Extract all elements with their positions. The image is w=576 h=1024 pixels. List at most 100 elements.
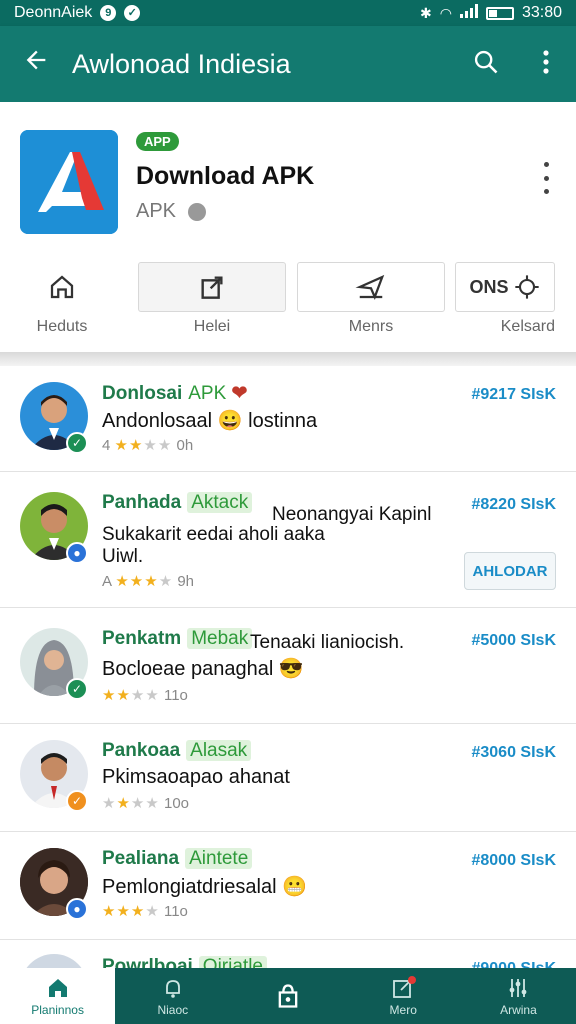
verified-badge-icon: ✓ — [66, 678, 88, 700]
item-meta: 4 ★★★★ 0h — [102, 436, 193, 454]
item-title: Pankoaa Alasak — [102, 740, 252, 762]
home-icon — [48, 978, 67, 997]
action-home-button[interactable] — [20, 262, 104, 312]
item-title: Donlosai APK ❤ — [102, 382, 247, 405]
action-send-label: Menrs — [348, 318, 394, 335]
section-divider — [0, 352, 576, 366]
item-title: Penkatm Mebak — [102, 628, 253, 650]
nav-home[interactable]: Planinnos — [0, 968, 116, 1024]
item-tag: APK — [188, 383, 227, 404]
carrier-label: DeonnAiek — [14, 4, 93, 21]
item-price: #5000 SIsK — [471, 632, 556, 649]
list-item[interactable]: ✓ Donlosai APK ❤ Andonlosaal 😀 lostinna 4… — [0, 366, 576, 472]
item-tag: Aintete — [185, 848, 253, 869]
item-message: Pkimsaoapao ahanat — [102, 766, 290, 788]
item-message: Sukakarit eedai aholi aaka — [102, 524, 325, 545]
emoji-icon: 😎 — [278, 658, 304, 680]
list-item[interactable]: ✓ Pankoaa Alasak Pkimsaoapao ahanat ★★★★ … — [0, 724, 576, 832]
nav-store[interactable] — [230, 968, 345, 1024]
page-title: Awlonoad Indiesia — [72, 48, 291, 79]
notification-dot-icon — [407, 976, 416, 984]
item-name: Panhada — [102, 492, 182, 513]
app-logo-icon[interactable] — [20, 130, 118, 234]
rating-stars: ★★★★ — [114, 437, 173, 454]
rating-stars: ★★★★ — [102, 795, 160, 812]
warning-badge-icon: ✓ — [66, 790, 88, 812]
item-price: #3060 SIsK — [471, 744, 556, 761]
item-message: Pemlongiatdriesalal 😬 — [102, 874, 307, 899]
nav-tune[interactable]: Arwina — [461, 968, 576, 1024]
item-message-text: Andonlosaal — [102, 410, 213, 432]
nav-notifications-label: Niaoc — [157, 1002, 189, 1017]
item-meta-time: 10o — [163, 795, 190, 812]
action-settings-button[interactable]: ONS — [455, 262, 555, 312]
item-meta-time: 11o — [163, 687, 188, 704]
item-name: Penkatm — [102, 628, 182, 649]
search-icon — [474, 50, 498, 73]
item-name: Pankoaa — [102, 740, 181, 761]
item-price: #9217 SIsK — [471, 386, 556, 403]
nav-home-label: Planinnos — [31, 1002, 84, 1017]
action-settings-text: ONS — [469, 276, 509, 297]
home-icon — [50, 275, 74, 299]
item-meta: ★★★★ 11o — [102, 902, 188, 920]
battery-icon — [485, 6, 514, 20]
store-icon — [278, 984, 298, 1008]
item-message-text: Bocloeae panaghal — [102, 658, 274, 680]
info-icon — [188, 202, 207, 221]
action-settings-label: Kelsard — [500, 318, 555, 335]
chrome-badge-icon: ● — [66, 542, 88, 564]
app-type-badge: APP — [136, 132, 179, 151]
download-button[interactable]: AHLODAR — [464, 552, 556, 590]
bluetooth-icon: ✱ — [420, 4, 432, 21]
share-icon — [201, 276, 223, 299]
item-meta: ★★★★ 11o — [102, 686, 188, 704]
nav-edit[interactable]: Mero — [346, 968, 461, 1024]
app-list: ✓ Donlosai APK ❤ Andonlosaal 😀 lostinna 4… — [0, 366, 576, 1022]
more-menu-button[interactable] — [516, 49, 576, 80]
tune-icon — [510, 978, 527, 997]
search-button[interactable] — [456, 48, 516, 81]
nav-edit-label: Mero — [389, 1002, 417, 1017]
heart-icon: ❤ — [231, 383, 248, 404]
action-send-button[interactable] — [297, 262, 445, 312]
verified-badge-icon: ✓ — [66, 432, 88, 454]
action-share-button[interactable] — [138, 262, 286, 312]
item-message: Bocloeae panaghal 😎 — [102, 656, 304, 681]
notification-icon: 9 — [100, 5, 117, 21]
sync-icon: ✓ — [124, 5, 141, 21]
action-share-label: Helei — [193, 318, 231, 335]
item-name: Donlosai — [102, 383, 183, 404]
back-button[interactable] — [0, 46, 72, 82]
item-tag: Mebak — [187, 628, 253, 649]
emoji-icon: 😬 — [282, 876, 308, 898]
action-row: Heduts Helei Menrs ONS Kelsard — [0, 260, 576, 340]
item-meta: A ★★★★ 9h — [102, 572, 194, 590]
item-tag: Alasak — [186, 740, 252, 761]
rating-stars: ★★★★ — [115, 573, 174, 590]
bottom-navigation: Planinnos Niaoc Mero Arwina — [0, 968, 576, 1024]
item-message-text: Pemlongiatdriesalal — [102, 876, 277, 898]
nav-notifications[interactable]: Niaoc — [115, 968, 230, 1024]
action-home-label: Heduts — [36, 318, 88, 335]
settings-icon — [514, 275, 539, 299]
item-message-line2: Uiwl. — [102, 546, 144, 567]
item-message-tail: lostinna — [248, 410, 318, 432]
arrow-left-icon — [26, 50, 46, 70]
list-item[interactable]: ● Pealiana Aintete Pemlongiatdriesalal 😬 … — [0, 832, 576, 940]
item-message: Andonlosaal 😀 lostinna — [102, 408, 317, 433]
send-icon — [355, 274, 385, 301]
app-more-button[interactable] — [536, 162, 556, 194]
nav-tune-label: Arwina — [500, 1002, 537, 1017]
bell-icon — [165, 979, 180, 998]
item-meta-prefix: 4 — [102, 437, 111, 454]
app-subtitle: APK — [136, 200, 207, 223]
list-item[interactable]: ● Panhada Aktack Neonangyai Kapinl Sukaka… — [0, 472, 576, 608]
item-price: #8000 SIsK — [471, 852, 556, 869]
item-title: Panhada Aktack — [102, 492, 253, 514]
item-price: #8220 SIsK — [471, 496, 556, 513]
app-name: Download APK — [136, 162, 315, 190]
item-meta-time: 11o — [163, 903, 188, 920]
list-item[interactable]: ✓ Penkatm Mebak Tenaaki lianiocish. Boclo… — [0, 608, 576, 724]
more-vert-icon — [543, 49, 549, 74]
